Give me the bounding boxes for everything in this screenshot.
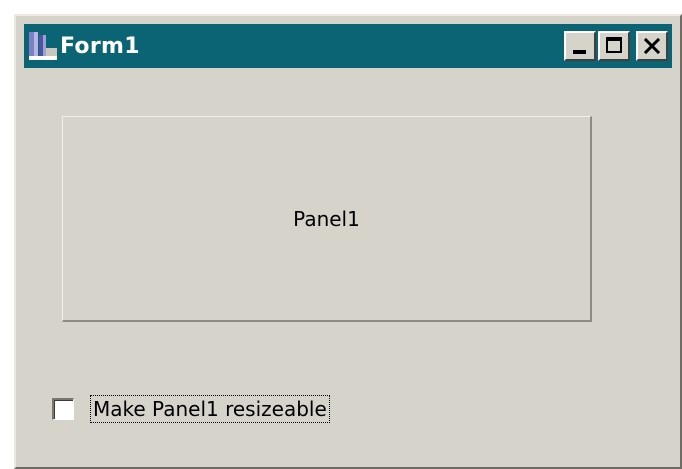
maximize-button[interactable] [598,31,630,61]
window-controls [564,31,668,61]
form-window: Form1 Panel1 Make Panel1 resizeable [14,14,682,469]
panel-caption: Panel1 [293,206,360,231]
minimize-icon [573,50,586,54]
panel: Panel1 [62,116,592,322]
resizeable-checkbox-label[interactable]: Make Panel1 resizeable [90,395,330,423]
resizeable-checkbox-row[interactable]: Make Panel1 resizeable [52,395,330,423]
window-title: Form1 [60,33,140,59]
close-icon [638,33,666,59]
close-button[interactable] [636,31,668,61]
application-icon[interactable] [28,30,58,62]
maximize-icon [606,37,622,53]
minimize-button[interactable] [564,31,596,61]
resizeable-checkbox[interactable] [52,398,74,420]
title-bar[interactable]: Form1 [24,24,672,68]
